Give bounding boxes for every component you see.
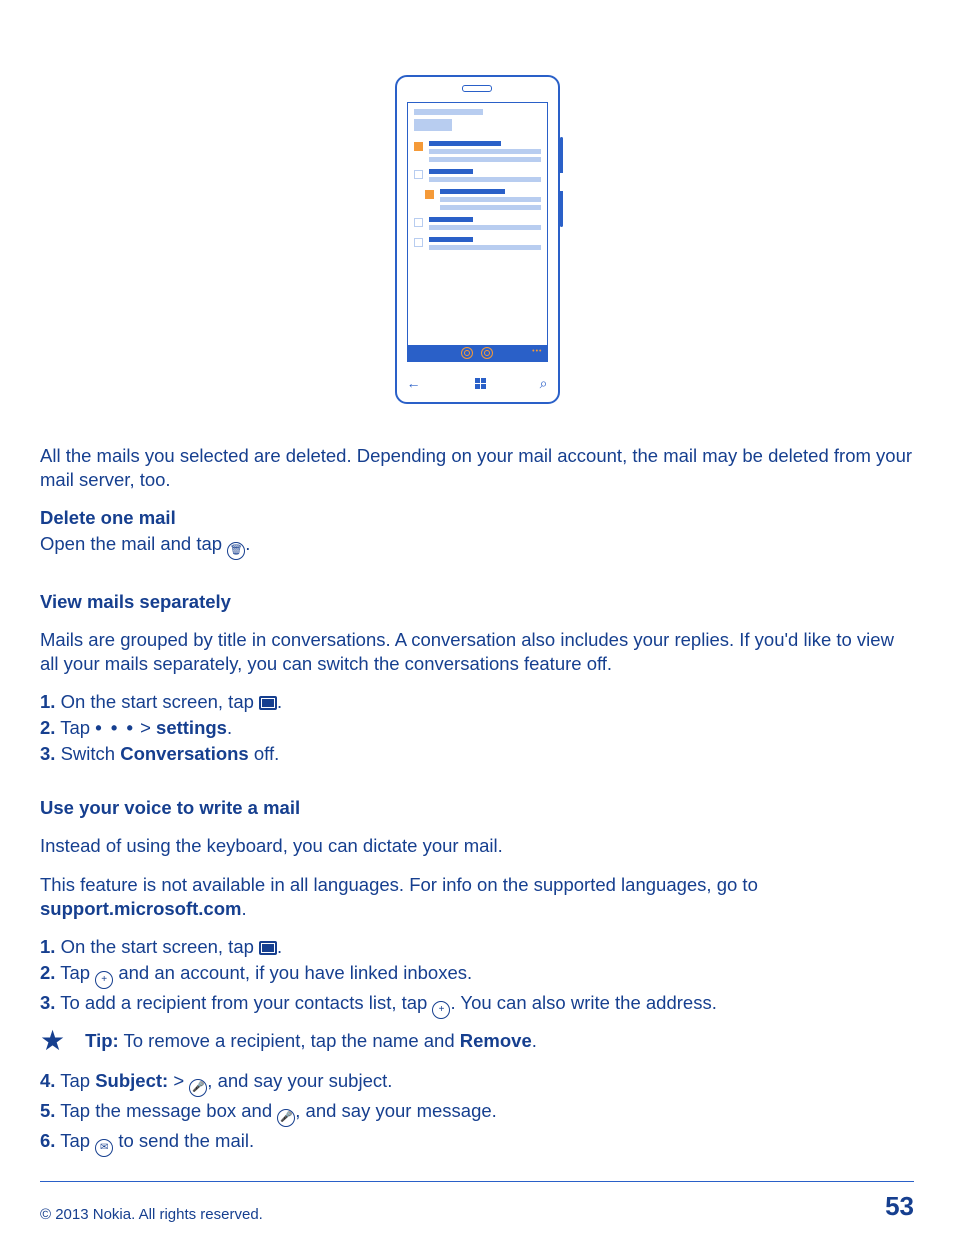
- view-sep-step-2: 2. Tap • • • > settings.: [40, 716, 914, 740]
- voice-step-6: 6. Tap ✉ to send the mail.: [40, 1129, 914, 1157]
- heading-delete-one-mail: Delete one mail: [40, 506, 914, 530]
- delete-one-instruction: Open the mail and tap 🗑.: [40, 532, 914, 560]
- view-sep-intro: Mails are grouped by title in conversati…: [40, 628, 914, 676]
- windows-icon: [475, 378, 486, 389]
- voice-p2: This feature is not available in all lan…: [40, 873, 914, 921]
- more-dots-icon: • • •: [95, 717, 135, 738]
- page-footer: © 2013 Nokia. All rights reserved. 53: [40, 1181, 914, 1224]
- view-sep-step-3: 3. Switch Conversations off.: [40, 742, 914, 766]
- view-sep-step-1: 1. On the start screen, tap .: [40, 690, 914, 714]
- plus-circle-icon: +: [95, 971, 113, 989]
- copyright-text: © 2013 Nokia. All rights reserved.: [40, 1205, 263, 1225]
- plus-circle-icon: +: [432, 1001, 450, 1019]
- back-icon: ←: [407, 374, 421, 392]
- voice-p1: Instead of using the keyboard, you can d…: [40, 834, 914, 858]
- tip-row: ★ Tip: To remove a recipient, tap the na…: [40, 1029, 914, 1055]
- voice-step-5: 5. Tap the message box and 🎤, and say yo…: [40, 1099, 914, 1127]
- tip-text: Tip: To remove a recipient, tap the name…: [85, 1029, 537, 1053]
- trash-icon: 🗑: [227, 542, 245, 560]
- mail-icon: [259, 941, 277, 955]
- mic-icon: 🎤: [189, 1079, 207, 1097]
- star-icon: ★: [40, 1027, 65, 1055]
- heading-voice-write-mail: Use your voice to write a mail: [40, 796, 914, 820]
- voice-step-3: 3. To add a recipient from your contacts…: [40, 991, 914, 1019]
- voice-step-4: 4. Tap Subject: > 🎤, and say your subjec…: [40, 1069, 914, 1097]
- voice-step-1: 1. On the start screen, tap .: [40, 935, 914, 959]
- phone-illustration: ••• ← ⌕: [395, 75, 560, 404]
- page-number: 53: [885, 1190, 914, 1224]
- intro-paragraph: All the mails you selected are deleted. …: [40, 444, 914, 492]
- send-mail-icon: ✉: [95, 1139, 113, 1157]
- mic-icon: 🎤: [277, 1109, 295, 1127]
- voice-step-2: 2. Tap + and an account, if you have lin…: [40, 961, 914, 989]
- mail-icon: [259, 696, 277, 710]
- search-icon: ⌕: [540, 374, 548, 392]
- manual-page: ••• ← ⌕ All the mails you selected are d…: [0, 0, 954, 1258]
- heading-view-mails-separately: View mails separately: [40, 590, 914, 614]
- illustration-container: ••• ← ⌕: [40, 75, 914, 404]
